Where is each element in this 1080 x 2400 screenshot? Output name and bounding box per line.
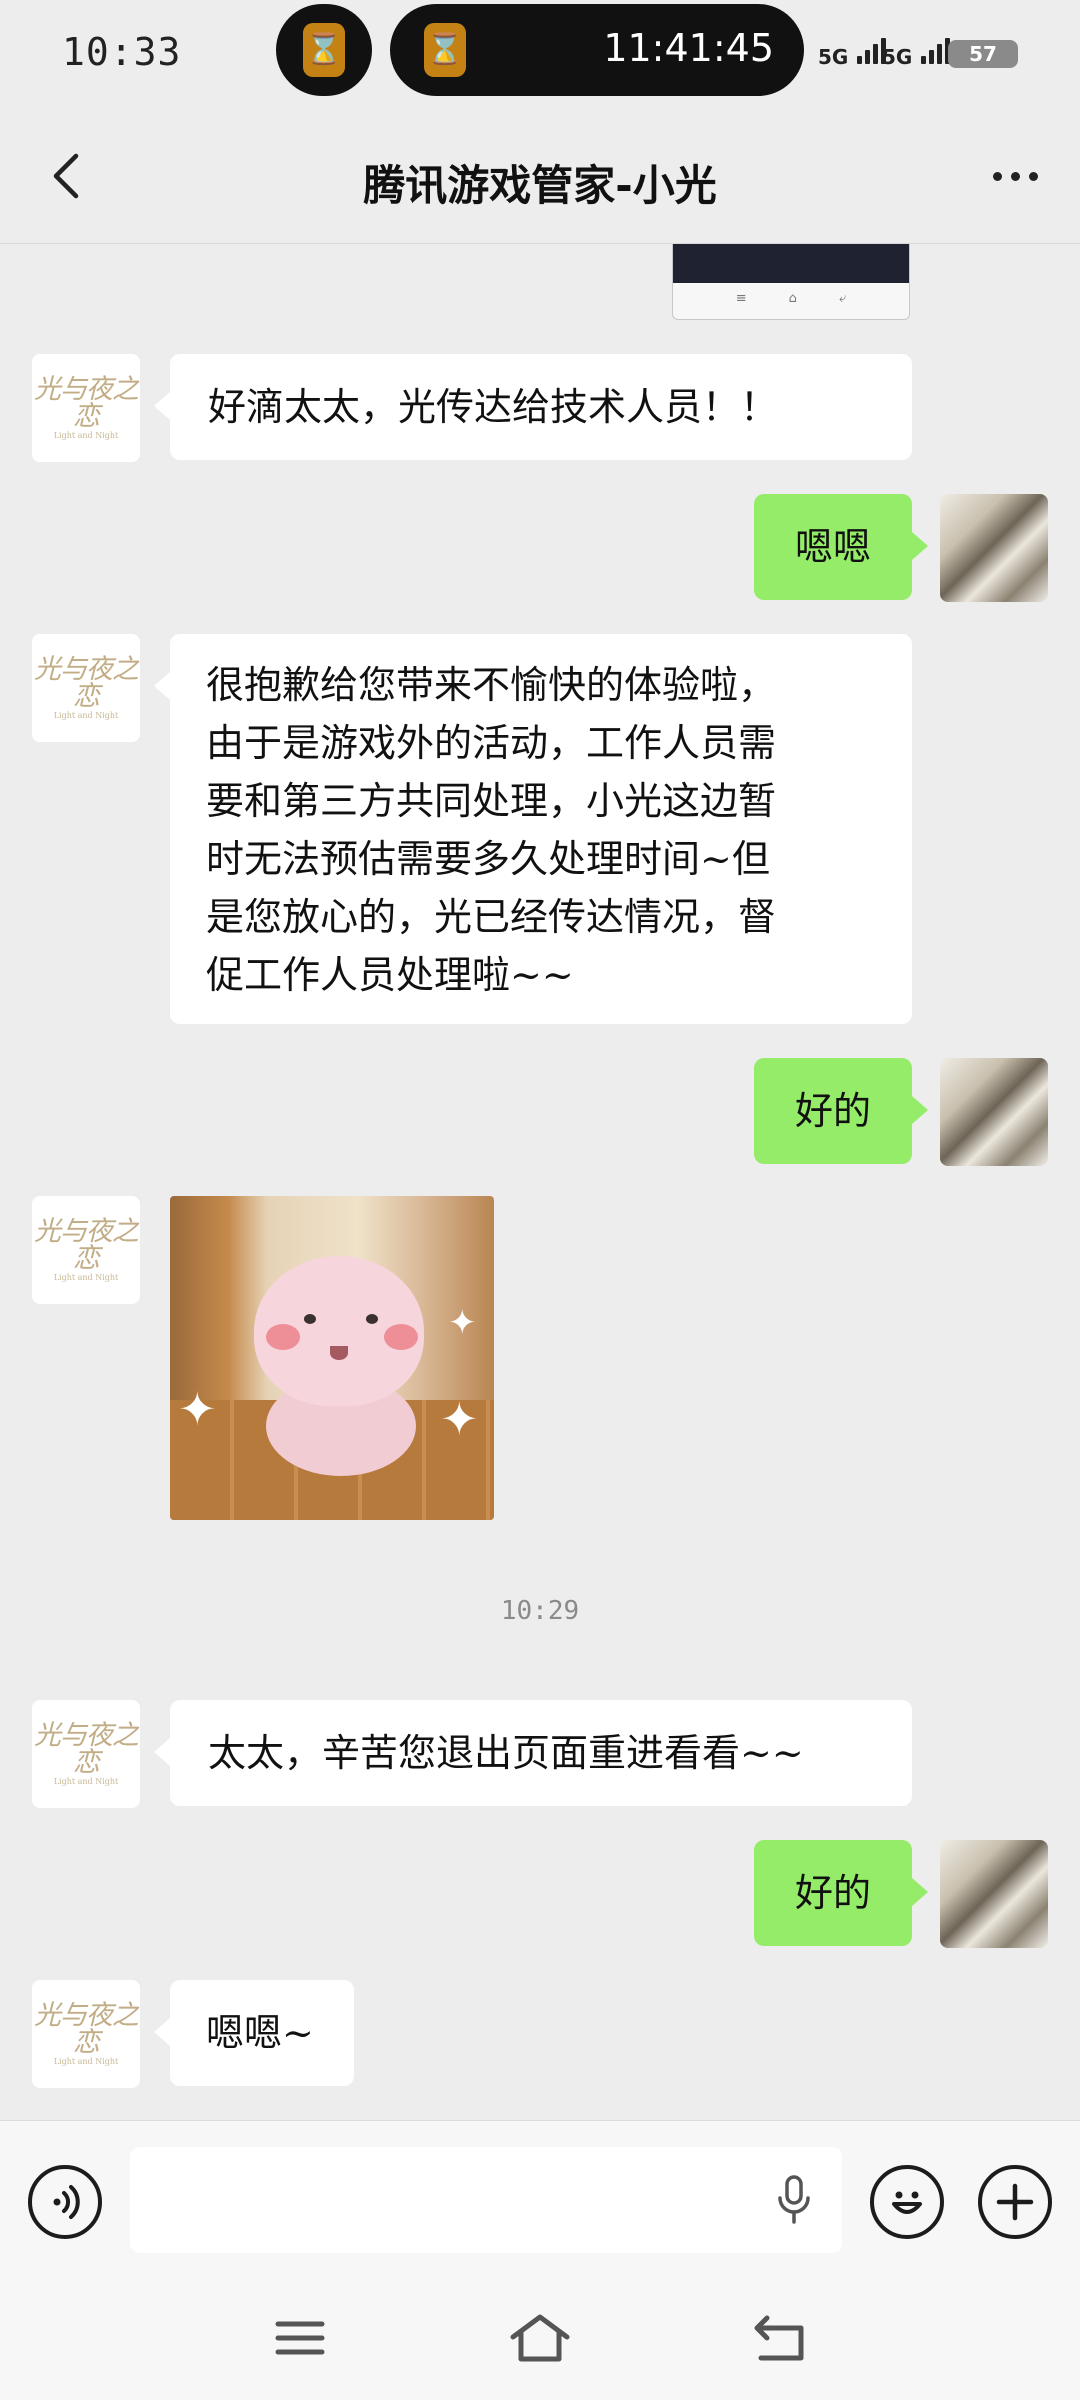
voice-button[interactable] [28,2165,102,2239]
hourglass-icon: ⌛ [303,23,345,77]
system-nav-bar [0,2280,1080,2400]
message-text: 好的 [794,1089,871,1133]
status-time: 10:33 [62,30,182,74]
game-logo: 光与夜之恋 Light and Night [34,1720,139,1786]
sticker-cheek [266,1324,300,1350]
more-dots-icon [992,171,1002,181]
chat-title: 腾讯游戏管家-小光 [363,161,717,210]
sticker-mouth [330,1346,348,1360]
bot-avatar[interactable]: 光与夜之恋 Light and Night [32,1196,140,1304]
message-line: 要和第三方共同处理，小光这边暂 [206,779,777,823]
battery-indicator: 57 [948,40,1018,68]
screenshot-message[interactable]: ≡ ⌂ ⤶ [672,244,910,320]
emoji-button[interactable] [870,2165,944,2239]
sticker-eye [304,1314,316,1324]
timer-pill[interactable]: ⌛ 11:41:45 [390,4,804,96]
sparkle-icon: ✦ [448,1303,477,1343]
hourglass-icon: ⌛ [424,23,466,77]
home-icon [510,2314,570,2362]
home-button[interactable] [500,2302,580,2374]
sparkle-icon: ✦ [178,1382,217,1436]
signal-icon [921,34,951,64]
message-line: 很抱歉给您带来不愉快的体验啦， [206,663,777,707]
user-avatar[interactable] [940,1058,1048,1166]
more-dot [1010,171,1020,181]
back-nav-button[interactable] [740,2302,820,2374]
game-logo: 光与夜之恋 Light and Night [34,1216,139,1282]
bot-avatar[interactable]: 光与夜之恋 Light and Night [32,634,140,742]
message-bubble-outgoing[interactable]: 好的 [754,1058,928,1164]
chat-header: 腾讯游戏管家-小光 [0,110,1080,244]
signal-1: 5G [818,34,887,69]
message-text: 太太，辛苦您退出页面重进看看~~ [208,1731,804,1775]
game-logo: 光与夜之恋 Light and Night [34,2000,139,2066]
status-bar: 10:33 ⌛ ⌛ 11:41:45 5G 5G 57 [0,0,1080,110]
timer-pill-small[interactable]: ⌛ [276,4,372,96]
time-separator: 10:29 [500,1596,580,1626]
microphone-button[interactable] [766,2171,822,2229]
message-input[interactable] [130,2147,842,2253]
screenshot-preview [673,244,909,283]
microphone-icon [778,2175,810,2224]
user-avatar[interactable] [940,494,1048,602]
bot-avatar[interactable]: 光与夜之恋 Light and Night [32,1700,140,1808]
message-text: 好的 [794,1871,871,1915]
message-text: 嗯嗯~ [206,2011,314,2055]
message-list[interactable]: ≡ ⌂ ⤶ 光与夜之恋 Light and Night 好滴太太，光传达给技术人员！！… [0,244,1080,2120]
pink-pig-sticker[interactable]: ✦ ✦ ✦ [170,1196,494,1520]
message-text: 好滴太太，光传达给技术人员！！ [208,385,779,429]
message-line: 由于是游戏外的活动，工作人员需 [206,721,777,765]
sticker-cheek [384,1324,418,1350]
game-logo: 光与夜之恋 Light and Night [34,374,139,440]
more-dot [1028,171,1038,181]
message-line: 促工作人员处理啦~~ [206,953,574,997]
screenshot-nav-keys: ≡ ⌂ ⤶ [735,291,847,306]
network-label: 5G [818,45,849,69]
message-bubble-outgoing[interactable]: 好的 [754,1840,928,1946]
message-bubble-incoming[interactable]: 很抱歉给您带来不愉快的体验啦， 由于是游戏外的活动，工作人员需 要和第三方共同处… [154,634,912,1024]
signal-2: 5G [882,34,951,69]
message-line: 时无法预估需要多久处理时间~但 [206,837,770,881]
plus-button[interactable] [978,2165,1052,2239]
more-button[interactable] [980,146,1050,206]
message-bubble-incoming[interactable]: 太太，辛苦您退出页面重进看看~~ [154,1700,912,1806]
game-logo: 光与夜之恋 Light and Night [34,654,139,720]
message-bubble-incoming[interactable]: 好滴太太，光传达给技术人员！！ [154,354,912,460]
voice-icon [53,2185,80,2219]
message-bubble-outgoing[interactable]: 嗯嗯 [754,494,928,600]
input-bar [0,2120,1080,2280]
bot-avatar[interactable]: 光与夜之恋 Light and Night [32,354,140,462]
back-icon [754,2315,804,2361]
timer-text: 11:41:45 [603,26,774,70]
user-avatar[interactable] [940,1840,1048,1948]
sticker-eye [366,1314,378,1324]
bot-avatar[interactable]: 光与夜之恋 Light and Night [32,1980,140,2088]
network-label: 5G [882,45,913,69]
message-line: 是您放心的，光已经传达情况，督 [206,895,777,939]
message-text: 嗯嗯 [794,525,871,569]
emoji-icon [892,2191,922,2214]
message-bubble-incoming[interactable]: 嗯嗯~ [154,1980,354,2086]
menu-icon [275,2321,325,2355]
sparkle-icon: ✦ [440,1392,479,1446]
plus-icon [996,2183,1034,2221]
menu-button[interactable] [260,2302,340,2374]
